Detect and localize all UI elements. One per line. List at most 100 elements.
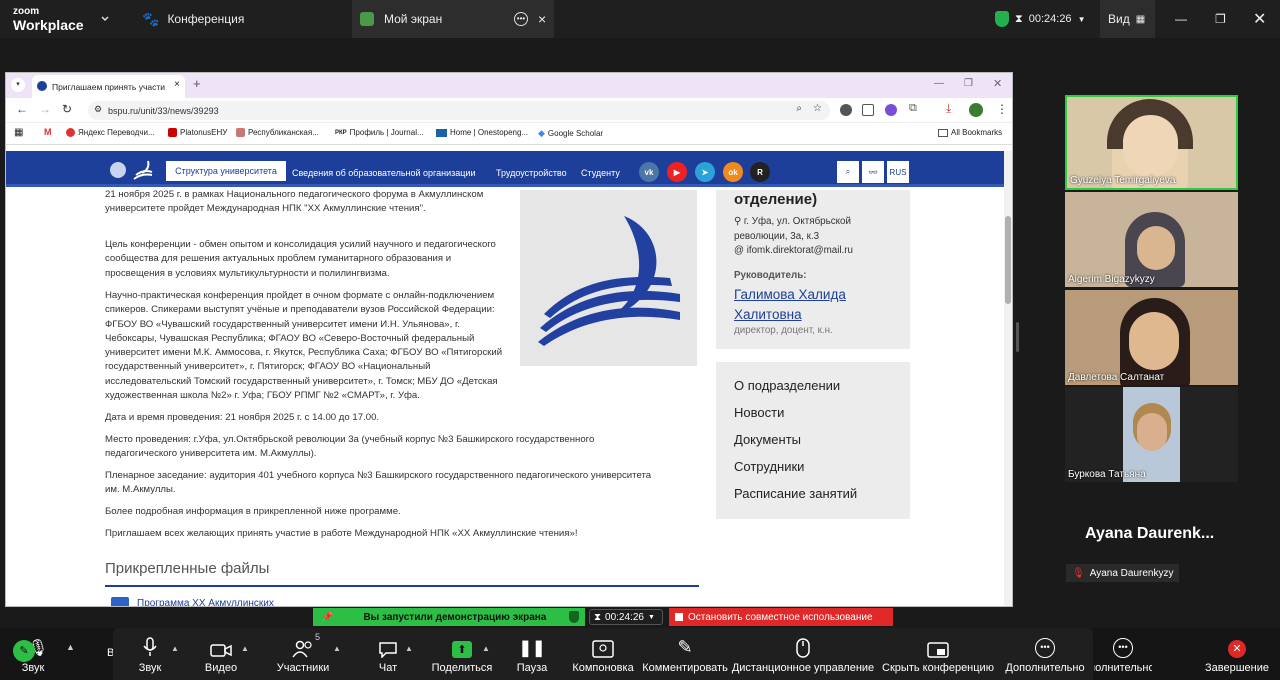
browser-restore-icon[interactable]: ❐ bbox=[964, 78, 973, 89]
vk-icon[interactable]: vk bbox=[639, 162, 659, 182]
gmail-icon[interactable]: M bbox=[44, 127, 52, 137]
menu-staff[interactable]: Сотрудники bbox=[734, 459, 804, 474]
background-more-button[interactable]: ••• Дополнительно bbox=[1094, 628, 1152, 680]
odnoklassniki-icon[interactable]: ok bbox=[723, 162, 743, 182]
chevron-up-icon[interactable]: ▲ bbox=[405, 644, 413, 653]
chevron-up-icon[interactable]: ▲ bbox=[66, 642, 75, 652]
participant-tile[interactable]: Давлетова Салтанат bbox=[1065, 290, 1238, 385]
participant-tile[interactable]: Буркова Татьяна bbox=[1065, 387, 1238, 482]
site-info-icon[interactable]: ⚙ bbox=[94, 104, 102, 115]
more-icon[interactable]: ••• bbox=[514, 12, 528, 26]
back-icon[interactable]: ← bbox=[16, 102, 28, 116]
chat-button[interactable]: Чат bbox=[368, 628, 408, 680]
page-scrollbar[interactable] bbox=[1004, 151, 1012, 606]
bookmark-item[interactable]: Яндекс Переводчи... bbox=[66, 128, 155, 137]
audio-button[interactable]: Звук bbox=[125, 628, 175, 680]
star-icon[interactable]: ☆ bbox=[813, 103, 822, 114]
active-speaker-name: Ayana Daurenk... bbox=[1085, 525, 1215, 542]
head-name-link[interactable]: Галимова Халида Халитовна bbox=[734, 285, 884, 325]
extension2-icon[interactable] bbox=[885, 104, 897, 116]
menu-schedule[interactable]: Расписание занятий bbox=[734, 486, 857, 501]
video-button[interactable]: Видео bbox=[196, 628, 246, 680]
site-search-icon[interactable]: ⌕ bbox=[837, 161, 859, 183]
browser-close-icon[interactable]: ✕ bbox=[993, 77, 1002, 90]
more-button[interactable]: ••• Дополнительно bbox=[1005, 628, 1085, 680]
forward-icon[interactable]: → bbox=[39, 102, 51, 116]
bookmark-item[interactable]: ◆ Google Scholar bbox=[538, 128, 603, 139]
stop-sharing-button[interactable]: Остановить совместное использование bbox=[669, 608, 893, 626]
chevron-up-icon[interactable]: ▲ bbox=[241, 644, 249, 653]
profile-avatar-icon[interactable] bbox=[969, 103, 983, 117]
tab-conference[interactable]: 🐾 Конференция bbox=[132, 0, 352, 38]
panel-splitter[interactable] bbox=[1016, 322, 1019, 352]
file-link[interactable]: Программа XX Акмуллинских bbox=[137, 598, 274, 607]
pause-label: Пауза bbox=[516, 662, 548, 674]
dropdown-icon[interactable] bbox=[100, 0, 115, 38]
menu-news[interactable]: Новости bbox=[734, 405, 784, 420]
chevron-up-icon[interactable]: ▲ bbox=[171, 644, 179, 653]
end-meeting-button[interactable]: ✕ Завершение bbox=[1200, 628, 1274, 680]
end-icon: ✕ bbox=[1228, 640, 1246, 658]
remote-control-button[interactable]: Дистанционное управление bbox=[732, 628, 874, 680]
bookmark-item[interactable]: РКР Профиль | Journal... bbox=[335, 128, 424, 137]
more-icon: ••• bbox=[1113, 638, 1133, 658]
annotate-button[interactable]: ✎ Комментировать bbox=[642, 628, 728, 680]
tab-close-icon[interactable]: × bbox=[174, 79, 180, 90]
minimize-icon[interactable]: — bbox=[1175, 0, 1195, 38]
university-logo-icon[interactable] bbox=[108, 159, 156, 181]
extension-icon[interactable] bbox=[840, 104, 852, 116]
rutube-icon[interactable]: R bbox=[750, 162, 770, 182]
browser-minimize-icon[interactable]: — bbox=[934, 78, 944, 89]
zoom-lens-icon[interactable]: ⌕ bbox=[796, 103, 802, 114]
download-icon[interactable]: ⤓ bbox=[946, 101, 951, 116]
menu-about[interactable]: О подразделении bbox=[734, 378, 840, 393]
puzzle-icon[interactable]: ⧉ bbox=[909, 102, 917, 115]
reader-icon[interactable] bbox=[862, 104, 874, 116]
bookmark-item[interactable]: Home | Onestopeng... bbox=[436, 128, 528, 137]
hide-meeting-button[interactable]: Скрыть конференцию bbox=[882, 628, 994, 680]
attached-file[interactable]: Программа XX Акмуллинских bbox=[111, 597, 274, 607]
nav-student[interactable]: Студенту bbox=[581, 168, 620, 178]
nav-structure[interactable]: Структура университета bbox=[166, 161, 286, 181]
close-icon[interactable]: × bbox=[538, 11, 546, 27]
zoom-logo: zoom Workplace bbox=[13, 6, 84, 32]
scrollbar-thumb[interactable] bbox=[1005, 216, 1011, 304]
pause-button[interactable]: ❚❚ Пауза bbox=[512, 628, 552, 680]
view-button[interactable]: Вид ▦ bbox=[1100, 0, 1155, 38]
chevron-up-icon[interactable]: ▲ bbox=[482, 644, 490, 653]
participants-button[interactable]: Участники bbox=[273, 628, 333, 680]
tab-search-icon[interactable]: ▾ bbox=[11, 78, 25, 92]
url-text: bspu.ru/unit/33/news/39293 bbox=[108, 105, 219, 116]
attached-files-heading: Прикрепленные файлы bbox=[105, 560, 270, 577]
nav-employment[interactable]: Трудоустройство bbox=[496, 168, 567, 178]
news-paragraph-text: Научно-практическая конференция пройдет … bbox=[105, 290, 503, 402]
accessibility-icon[interactable]: 👓 bbox=[862, 161, 884, 183]
location-pin-icon: ⚲ bbox=[734, 216, 742, 227]
participant-name: Aigerim Bigazykyzy bbox=[1068, 274, 1155, 285]
reload-icon[interactable]: ↻ bbox=[62, 102, 72, 116]
chevron-up-icon[interactable]: ▲ bbox=[333, 644, 341, 653]
restore-icon[interactable]: ❐ bbox=[1215, 0, 1235, 38]
menu-documents[interactable]: Документы bbox=[734, 432, 801, 447]
browser-tab[interactable]: Приглашаем принять участи × bbox=[32, 75, 185, 98]
window-close-icon[interactable]: ✕ bbox=[1253, 0, 1273, 38]
participant-tile[interactable]: Aigerim Bigazykyzy bbox=[1065, 192, 1238, 287]
bookmark-item[interactable]: PlatonusЕНУ bbox=[168, 128, 227, 137]
new-tab-icon[interactable]: + bbox=[193, 76, 201, 91]
department-email[interactable]: @ ifomk.direktorat@mail.ru bbox=[734, 245, 853, 256]
address-bar[interactable]: ⚙ bspu.ru/unit/33/news/39293 ⌕ ☆ bbox=[88, 101, 830, 120]
share-button[interactable]: ⬆ Поделиться bbox=[432, 628, 492, 680]
layout-button[interactable]: Компоновка bbox=[572, 628, 634, 680]
menu-icon[interactable]: ⋮ bbox=[996, 102, 1008, 116]
tab-my-screen[interactable]: Мой экран ••• × bbox=[352, 0, 554, 38]
share-timer[interactable]: ⧗ 00:24:26 ▼ bbox=[589, 609, 663, 625]
participant-tile[interactable]: Gyuzelya Temirgaliyeva bbox=[1065, 95, 1238, 190]
meeting-timer[interactable]: ⧗ 00:24:26 ▼ bbox=[995, 0, 1095, 38]
all-bookmarks[interactable]: All Bookmarks bbox=[938, 128, 1002, 137]
nav-education-info[interactable]: Сведения об образовательной организации bbox=[292, 168, 475, 178]
youtube-icon[interactable]: ▶ bbox=[667, 162, 687, 182]
bookmark-item[interactable]: Республиканская... bbox=[236, 128, 319, 137]
telegram-icon[interactable]: ➤ bbox=[695, 162, 715, 182]
apps-grid-icon[interactable]: ▦ bbox=[14, 127, 23, 138]
lang-button[interactable]: RUS bbox=[887, 161, 909, 183]
